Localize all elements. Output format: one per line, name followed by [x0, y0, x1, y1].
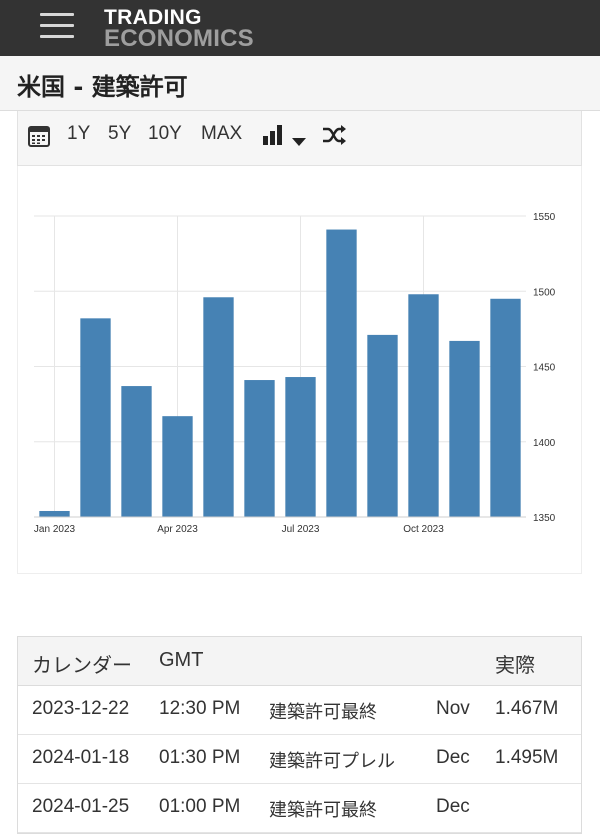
bar	[449, 340, 480, 517]
row-date: 2023-12-22	[32, 698, 130, 719]
range-10y-button[interactable]: 10Y	[148, 123, 182, 145]
row-period: Dec	[436, 747, 470, 768]
bar	[39, 510, 70, 517]
range-1y-button[interactable]: 1Y	[67, 123, 90, 145]
chart-toolbar: 1Y 5Y 10Y MAX	[17, 111, 582, 166]
y-tick-label: 1350	[533, 513, 556, 524]
calendar-icon[interactable]	[28, 125, 50, 151]
y-tick-label: 1400	[533, 438, 556, 449]
chevron-down-icon[interactable]	[292, 132, 306, 151]
bar	[162, 416, 193, 517]
row-time: 12:30 PM	[159, 698, 241, 719]
header-gmt: GMT	[159, 649, 204, 671]
row-event: 建築許可最終	[269, 800, 377, 821]
row-period: Dec	[436, 796, 470, 817]
table-row[interactable]: 2024-01-25 01:00 PM 建築許可最終 Dec	[18, 784, 581, 833]
x-tick-label: Jul 2023	[282, 524, 320, 535]
bar-chart: 1350 1400 1450 1500 1550 Jan 2023 Apr 2023 Jul …	[34, 212, 556, 535]
row-time: 01:30 PM	[159, 747, 241, 768]
y-tick-label: 1500	[533, 287, 556, 298]
table-row[interactable]: 2024-01-18 01:30 PM 建築許可プレル Dec 1.495M	[18, 735, 581, 784]
logo-line-2: ECONOMICS	[104, 25, 254, 52]
calendar-table: カレンダー GMT 実際 2023-12-22 12:30 PM 建築許可最終 …	[17, 636, 582, 834]
hamburger-menu-icon[interactable]	[40, 12, 76, 40]
bar	[285, 377, 316, 517]
chart-container: 1350 1400 1450 1500 1550 Jan 2023 Apr 2023 Jul …	[17, 166, 582, 574]
row-date: 2024-01-25	[32, 796, 130, 817]
title-bar: 米国 - 建築許可	[0, 56, 600, 111]
table-header: カレンダー GMT 実際	[18, 637, 581, 686]
x-tick-label: Jan 2023	[34, 524, 76, 535]
row-actual: 1.467M	[495, 698, 559, 719]
row-date: 2024-01-18	[32, 747, 130, 768]
bar	[367, 334, 398, 517]
site-logo[interactable]: TRADING ECONOMICS	[104, 7, 254, 52]
table-row[interactable]: 2023-12-22 12:30 PM 建築許可最終 Nov 1.467M	[18, 686, 581, 735]
page-title: 米国 - 建築許可	[17, 73, 188, 101]
y-tick-label: 1550	[533, 212, 556, 223]
row-actual: 1.495M	[495, 747, 559, 768]
bar-chart-type-icon[interactable]	[262, 124, 284, 150]
row-event: 建築許可プレル	[269, 751, 395, 772]
bar	[121, 386, 152, 517]
top-nav-bar: TRADING ECONOMICS	[0, 0, 600, 56]
bar	[326, 229, 357, 518]
range-max-button[interactable]: MAX	[201, 123, 242, 145]
bar	[203, 297, 234, 517]
header-calendar: カレンダー	[32, 653, 132, 677]
bar	[490, 298, 521, 517]
row-period: Nov	[436, 698, 470, 719]
bar	[244, 380, 275, 517]
range-5y-button[interactable]: 5Y	[108, 123, 131, 145]
bar	[80, 318, 111, 517]
x-tick-label: Oct 2023	[403, 524, 444, 535]
x-tick-label: Apr 2023	[157, 524, 198, 535]
bar	[408, 294, 439, 517]
row-time: 01:00 PM	[159, 796, 241, 817]
y-tick-label: 1450	[533, 363, 556, 374]
header-actual: 実際	[495, 653, 535, 677]
shuffle-icon[interactable]	[322, 124, 346, 150]
row-event: 建築許可最終	[269, 702, 377, 723]
